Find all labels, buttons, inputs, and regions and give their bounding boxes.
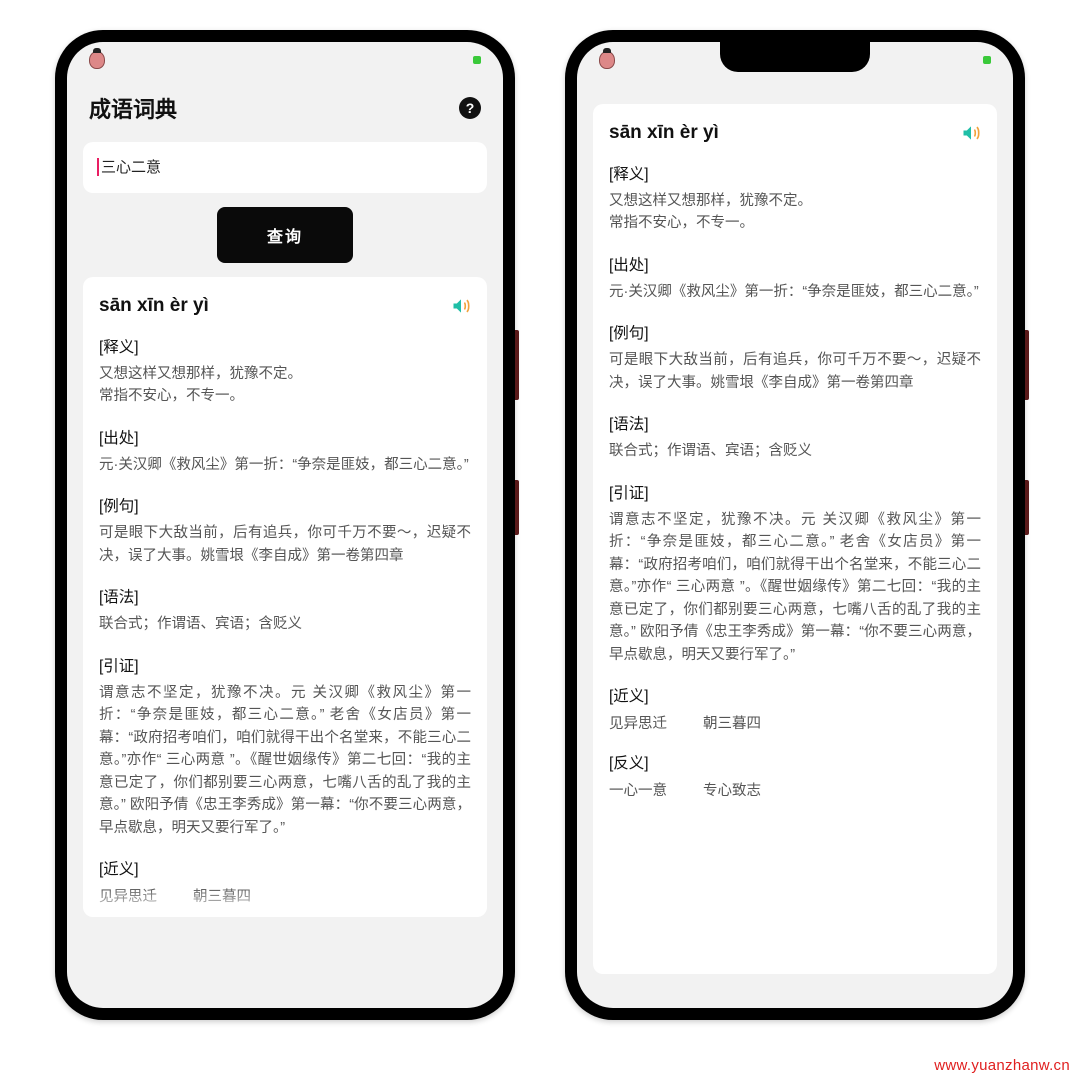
help-icon[interactable]: ? bbox=[459, 97, 481, 119]
section-label-source: [出处] bbox=[99, 426, 471, 448]
phone-side-button bbox=[1025, 480, 1029, 535]
antonym-row: 一心一意 专心致志 bbox=[609, 779, 981, 800]
watermark-text: www.yuanzhanw.cn bbox=[934, 1057, 1070, 1074]
text-caret bbox=[97, 158, 99, 176]
search-card bbox=[83, 142, 487, 193]
section-label-grammar: [语法] bbox=[99, 585, 471, 607]
search-input[interactable] bbox=[97, 158, 473, 175]
section-body-source: 元·关汉卿《救风尘》第一折：“争奈是匪妓，都三心二意。” bbox=[609, 281, 981, 303]
screen-left: 成语词典 ? 查询 sān xīn èr yì bbox=[67, 42, 503, 1008]
section-body-grammar: 联合式；作谓语、宾语；含贬义 bbox=[609, 440, 981, 462]
pinyin-text: sān xīn èr yì bbox=[99, 295, 209, 317]
section-body-example: 可是眼下大敌当前，后有追兵，你可千万不要～，迟疑不决，误了大事。姚雪垠《李自成》… bbox=[609, 349, 981, 394]
section-body-example: 可是眼下大敌当前，后有追兵，你可千万不要～，迟疑不决，误了大事。姚雪垠《李自成》… bbox=[99, 522, 471, 567]
section-label-definition: [释义] bbox=[99, 335, 471, 357]
result-card[interactable]: sān xīn èr yì [释义] 又想这样又想那样，犹豫不定。 常指不安心，… bbox=[593, 104, 997, 974]
synonym-word[interactable]: 见异思迁 bbox=[99, 885, 157, 906]
phone-frame-left: 成语词典 ? 查询 sān xīn èr yì bbox=[55, 30, 515, 1020]
synonym-word[interactable]: 朝三暮四 bbox=[193, 885, 251, 906]
section-label-example: [例句] bbox=[99, 494, 471, 516]
antonym-word[interactable]: 一心一意 bbox=[609, 779, 667, 800]
section-label-citation: [引证] bbox=[99, 654, 471, 676]
section-body-citation: 谓意志不坚定，犹豫不决。元 关汉卿《救风尘》第一折：“争奈是匪妓，都三心二意。”… bbox=[609, 509, 981, 666]
section-label-source: [出处] bbox=[609, 253, 981, 275]
phone-side-button bbox=[1025, 330, 1029, 400]
speaker-icon[interactable] bbox=[451, 296, 471, 316]
phone-side-button bbox=[515, 330, 519, 400]
section-label-synonym: [近义] bbox=[609, 684, 981, 706]
synonym-row: 见异思迁 朝三暮四 bbox=[99, 885, 471, 906]
display-notch bbox=[720, 42, 870, 72]
screen-right: sān xīn èr yì [释义] 又想这样又想那样，犹豫不定。 常指不安心，… bbox=[577, 42, 1013, 1008]
status-indicator-icon bbox=[983, 56, 991, 64]
synonym-row: 见异思迁 朝三暮四 bbox=[609, 712, 981, 733]
section-label-example: [例句] bbox=[609, 321, 981, 343]
phone-frame-right: sān xīn èr yì [释义] 又想这样又想那样，犹豫不定。 常指不安心，… bbox=[565, 30, 1025, 1020]
qq-icon bbox=[599, 51, 615, 69]
section-label-definition: [释义] bbox=[609, 162, 981, 184]
section-label-antonym: [反义] bbox=[609, 751, 981, 773]
app-title: 成语词典 bbox=[89, 92, 177, 124]
antonym-word[interactable]: 专心致志 bbox=[703, 779, 761, 800]
section-body-citation: 谓意志不坚定，犹豫不决。元 关汉卿《救风尘》第一折：“争奈是匪妓，都三心二意。”… bbox=[99, 682, 471, 839]
speaker-icon[interactable] bbox=[961, 123, 981, 143]
query-button[interactable]: 查询 bbox=[217, 207, 353, 263]
phone-side-button bbox=[515, 480, 519, 535]
status-indicator-icon bbox=[473, 56, 481, 64]
section-body-definition: 又想这样又想那样，犹豫不定。 常指不安心，不专一。 bbox=[99, 363, 471, 408]
synonym-word[interactable]: 朝三暮四 bbox=[703, 712, 761, 733]
section-body-source: 元·关汉卿《救风尘》第一折：“争奈是匪妓，都三心二意。” bbox=[99, 454, 471, 476]
section-label-grammar: [语法] bbox=[609, 412, 981, 434]
status-bar bbox=[67, 42, 503, 78]
pinyin-text: sān xīn èr yì bbox=[609, 122, 719, 144]
section-label-citation: [引证] bbox=[609, 481, 981, 503]
synonym-word[interactable]: 见异思迁 bbox=[609, 712, 667, 733]
section-body-definition: 又想这样又想那样，犹豫不定。 常指不安心，不专一。 bbox=[609, 190, 981, 235]
section-label-synonym: [近义] bbox=[99, 857, 471, 879]
section-body-grammar: 联合式；作谓语、宾语；含贬义 bbox=[99, 613, 471, 635]
result-card[interactable]: sān xīn èr yì [释义] 又想这样又想那样，犹豫不定。 常指不安心，… bbox=[83, 277, 487, 917]
app-header: 成语词典 ? bbox=[67, 78, 503, 142]
qq-icon bbox=[89, 51, 105, 69]
